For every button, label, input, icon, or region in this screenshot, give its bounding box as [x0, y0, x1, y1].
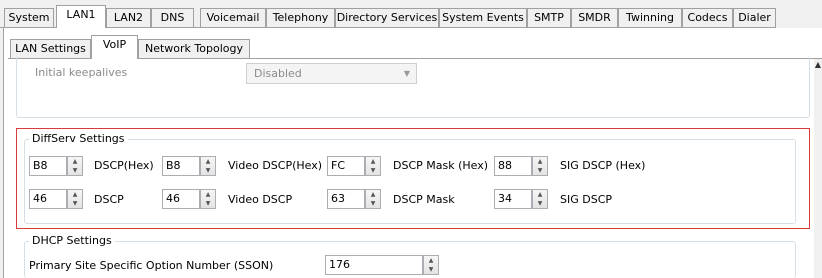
tab-codecs[interactable]: Codecs	[682, 8, 733, 27]
spin-down-icon[interactable]: ▼	[201, 199, 215, 208]
spin-down-icon[interactable]: ▼	[201, 166, 215, 175]
sig-dscp-stepper[interactable]: ▲ ▼	[532, 189, 548, 209]
tab-smdr[interactable]: SMDR	[571, 8, 618, 27]
video-dscp-label: Video DSCP	[228, 193, 293, 206]
tab-directory-services[interactable]: Directory Services	[335, 8, 439, 27]
sig-dscp-hex-label: SIG DSCP (Hex)	[560, 159, 646, 172]
spin-up-icon[interactable]: ▲	[424, 256, 438, 265]
dscp-hex-label: DSCP(Hex)	[94, 159, 154, 172]
dscp-hex-stepper[interactable]: ▲ ▼	[67, 156, 83, 176]
sig-dscp-label: SIG DSCP	[560, 193, 613, 206]
dscp-mask-spinner[interactable]: 63 ▲ ▼	[327, 189, 382, 209]
spin-down-icon[interactable]: ▼	[366, 199, 380, 208]
spin-up-icon[interactable]: ▲	[533, 190, 547, 199]
spin-down-icon[interactable]: ▼	[533, 166, 547, 175]
sson-label: Primary Site Specific Option Number (SSO…	[29, 259, 274, 272]
tab-voicemail[interactable]: Voicemail	[200, 8, 266, 27]
tab-smtp[interactable]: SMTP	[527, 8, 571, 27]
video-dscp-field[interactable]: 46	[162, 189, 200, 209]
dscp-mask-hex-label: DSCP Mask (Hex)	[393, 159, 489, 172]
tab-lan1[interactable]: LAN1	[56, 5, 106, 28]
spin-up-icon[interactable]: ▲	[68, 157, 82, 166]
dscp-mask-hex-spinner[interactable]: FC ▲ ▼	[327, 156, 382, 176]
spin-down-icon[interactable]: ▼	[68, 166, 82, 175]
initial-keepalives-value: Disabled	[254, 67, 302, 80]
dscp-mask-stepper[interactable]: ▲ ▼	[365, 189, 381, 209]
dscp-mask-hex-stepper[interactable]: ▲ ▼	[365, 156, 381, 176]
spin-up-icon[interactable]: ▲	[533, 157, 547, 166]
tab-voip[interactable]: VoIP	[91, 35, 138, 59]
initial-keepalives-select[interactable]: Disabled ▼	[246, 63, 417, 84]
dscp-mask-label: DSCP Mask	[393, 193, 455, 206]
sson-stepper[interactable]: ▲ ▼	[423, 255, 439, 275]
spin-down-icon[interactable]: ▼	[68, 199, 82, 208]
initial-keepalives-label: Initial keepalives	[35, 66, 128, 79]
tab-dialer[interactable]: Dialer	[733, 8, 776, 27]
chevron-down-icon: ▼	[403, 69, 410, 78]
video-dscp-hex-label: Video DSCP(Hex)	[228, 159, 323, 172]
sig-dscp-spinner[interactable]: 34 ▲ ▼	[494, 189, 549, 209]
dscp-mask-field[interactable]: 63	[327, 189, 365, 209]
spin-up-icon[interactable]: ▲	[366, 157, 380, 166]
tab-system-events[interactable]: System Events	[439, 8, 527, 27]
sig-dscp-hex-field[interactable]: 88	[494, 156, 532, 176]
spin-down-icon[interactable]: ▼	[366, 166, 380, 175]
spin-up-icon[interactable]: ▲	[201, 190, 215, 199]
tab-dns[interactable]: DNS	[151, 8, 194, 27]
dscp-field[interactable]: 46	[29, 189, 67, 209]
tab-lan2[interactable]: LAN2	[106, 8, 151, 27]
vertical-scrollbar[interactable]	[814, 59, 822, 278]
spin-down-icon[interactable]: ▼	[424, 265, 438, 274]
video-dscp-hex-spinner[interactable]: B8 ▲ ▼	[162, 156, 217, 176]
tab-twinning[interactable]: Twinning	[618, 8, 682, 27]
sig-dscp-hex-spinner[interactable]: 88 ▲ ▼	[494, 156, 549, 176]
spin-down-icon[interactable]: ▼	[533, 199, 547, 208]
dhcp-legend: DHCP Settings	[29, 234, 115, 247]
dscp-label: DSCP	[94, 193, 124, 206]
spin-up-icon[interactable]: ▲	[201, 157, 215, 166]
video-dscp-hex-stepper[interactable]: ▲ ▼	[200, 156, 216, 176]
tab-system[interactable]: System	[4, 8, 54, 27]
spin-up-icon[interactable]: ▲	[68, 190, 82, 199]
sson-field[interactable]: 176	[325, 255, 423, 275]
dscp-spinner[interactable]: 46 ▲ ▼	[29, 189, 84, 209]
sig-dscp-field[interactable]: 34	[494, 189, 532, 209]
dscp-hex-field[interactable]: B8	[29, 156, 67, 176]
scroll-up-icon[interactable]: ▲	[814, 61, 822, 69]
video-dscp-stepper[interactable]: ▲ ▼	[200, 189, 216, 209]
dscp-mask-hex-field[interactable]: FC	[327, 156, 365, 176]
video-dscp-spinner[interactable]: 46 ▲ ▼	[162, 189, 217, 209]
dscp-hex-spinner[interactable]: B8 ▲ ▼	[29, 156, 84, 176]
diffserv-legend: DiffServ Settings	[29, 132, 128, 145]
spin-up-icon[interactable]: ▲	[366, 190, 380, 199]
dscp-stepper[interactable]: ▲ ▼	[67, 189, 83, 209]
diffserv-group	[24, 139, 796, 224]
tab-telephony[interactable]: Telephony	[266, 8, 335, 27]
sson-spinner[interactable]: 176 ▲ ▼	[325, 255, 440, 275]
sig-dscp-hex-stepper[interactable]: ▲ ▼	[532, 156, 548, 176]
video-dscp-hex-field[interactable]: B8	[162, 156, 200, 176]
